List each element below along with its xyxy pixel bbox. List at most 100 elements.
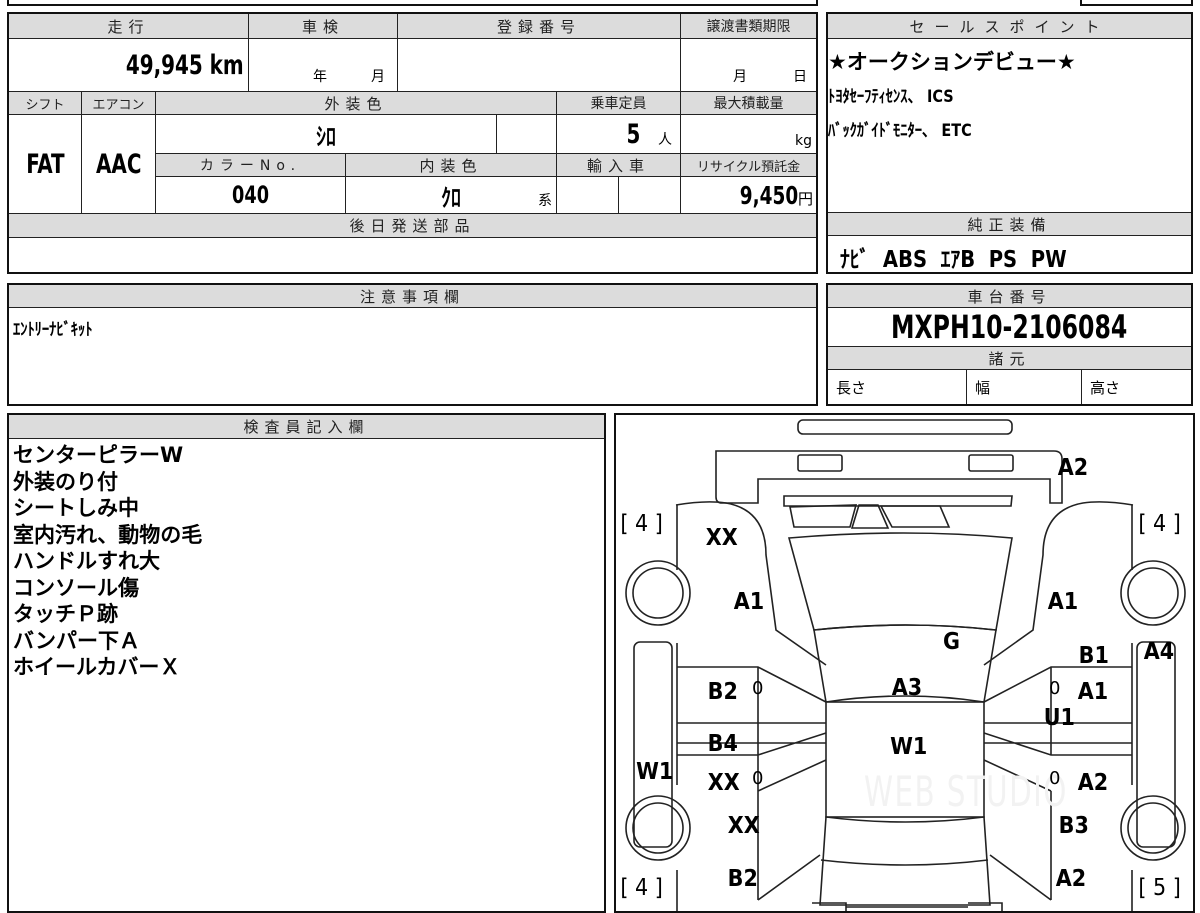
inspector-label: 検査員記入欄 xyxy=(9,415,604,439)
mark-left-front-top: XX xyxy=(705,525,738,551)
transfer-deadline-label: 譲渡書類期限 xyxy=(681,14,816,39)
exterior-color-value: ｼﾛ xyxy=(316,122,336,151)
mark-left-front-door: XX xyxy=(707,770,740,796)
mark-right-front-door: A2 xyxy=(1077,770,1109,796)
inspector-note: シートしみ中 xyxy=(13,496,139,520)
sales-point-line: ★オークションデビュー★ xyxy=(828,50,1076,74)
notes-panel: 注意事項欄 ｴﾝﾄﾘｰﾅﾋﾞｷｯﾄ xyxy=(7,283,818,406)
year-unit: 年 xyxy=(313,69,327,85)
standard-equipment-value: ﾅﾋﾞ ABS ｴｱB PS PW xyxy=(840,247,1067,273)
top-strip-right xyxy=(1080,0,1193,6)
recycle-label: リサイクル預託金 xyxy=(681,154,816,177)
chassis-label: 車台番号 xyxy=(828,285,1191,308)
mark-right-fender: A1 xyxy=(1047,589,1079,615)
ac-value-cell: AAC xyxy=(82,115,156,214)
recycle-cell: 9,450 円 xyxy=(681,177,816,214)
interior-color-cell: ｸﾛ 系 xyxy=(346,177,557,214)
chassis-panel: 車台番号 MXPH10-2106084 諸元 長さ 幅 高さ xyxy=(826,283,1193,406)
color-no-label: カラーNo. xyxy=(156,154,346,177)
sales-point-line: ﾄﾖﾀｾｰﾌﾃｨｾﾝｽ、 ICS xyxy=(828,87,954,107)
interior-color-value: ｸﾛ xyxy=(441,183,461,212)
shift-label: シフト xyxy=(9,92,82,115)
tire-fr-grade: [ 4 ] xyxy=(1138,511,1181,537)
mark-right-pillar: U1 xyxy=(1043,705,1075,731)
mark-left-step: W1 xyxy=(636,759,674,785)
inspection-label: 車検 xyxy=(249,14,398,39)
mark-left-fender: A1 xyxy=(733,589,765,615)
standard-equipment-label: 純正装備 xyxy=(828,212,1191,236)
registration-label: 登録番号 xyxy=(398,14,681,39)
mark-roof: A3 xyxy=(891,675,923,701)
max-load-cell: kg xyxy=(681,115,816,154)
mark-right-rear-door: A1 xyxy=(1077,679,1109,705)
watermark: WEB STUDIO xyxy=(864,767,1068,816)
month-unit: 月 xyxy=(733,69,747,85)
mark-right-front-bumper: A2 xyxy=(1055,866,1087,892)
interior-color-label: 内装色 xyxy=(346,154,557,177)
mileage-value: 49,945 km xyxy=(126,49,244,81)
later-parts-cell xyxy=(9,238,816,272)
ac-value: AAC xyxy=(95,148,142,180)
sales-points-panel: セールスポイント ★オークションデビュー★ ﾄﾖﾀｾｰﾌﾃｨｾﾝｽ、 ICS ﾊ… xyxy=(826,12,1193,274)
mark-glass: G xyxy=(942,629,960,655)
shift-value: FAT xyxy=(25,148,65,180)
exterior-color-label: 外装色 xyxy=(156,92,557,115)
tire-fl-grade: [ 4 ] xyxy=(620,511,663,537)
length-label: 長さ xyxy=(828,370,967,404)
mark-right-step: A4 xyxy=(1143,639,1175,665)
sales-point-line: ﾊﾞｯｸｶﾞｲﾄﾞﾓﾆﾀｰ、 ETC xyxy=(828,121,972,141)
ac-label: エアコン xyxy=(82,92,156,115)
mileage-label: 走行 xyxy=(9,14,249,39)
inspector-note: 室内汚れ、動物の毛 xyxy=(13,522,203,547)
inspector-note: ハンドルすれ大 xyxy=(13,549,160,573)
capacity-value: 5 xyxy=(626,118,641,150)
exterior-color-sub-cell xyxy=(497,115,557,154)
inspector-note: ホイールカバーＸ xyxy=(13,655,181,679)
mark-left-front-bumper: B2 xyxy=(727,866,758,892)
chassis-value-cell: MXPH10-2106084 xyxy=(828,308,1191,347)
import-cell-2 xyxy=(619,177,681,214)
door-mark: 0 xyxy=(1049,678,1061,699)
top-strip-left xyxy=(7,0,818,6)
max-load-unit: kg xyxy=(795,133,812,149)
door-mark: 0 xyxy=(752,768,764,789)
inspector-note: センターピラーW xyxy=(13,443,184,467)
damage-diagram: WEB STUDIO A2 [ 4 ] [ 4 ] [ 4 ] [ 5 ] XX… xyxy=(614,413,1195,913)
registration-cell xyxy=(398,39,681,92)
mark-roof-w1: W1 xyxy=(890,734,928,760)
mark-left-front-fender: XX xyxy=(727,813,760,839)
inspection-cell: 年 月 xyxy=(249,39,398,92)
mark-rear-bumper: A2 xyxy=(1057,455,1089,481)
color-no-value: 040 xyxy=(232,181,269,209)
shift-value-cell: FAT xyxy=(9,115,82,214)
door-mark: 0 xyxy=(752,678,764,699)
notes-value: ｴﾝﾄﾘｰﾅﾋﾞｷｯﾄ xyxy=(13,320,93,340)
month-unit: 月 xyxy=(371,69,385,85)
sales-points-label: セールスポイント xyxy=(828,14,1191,39)
transfer-deadline-cell: 月 日 xyxy=(681,39,816,92)
inspector-note: タッチＰ跡 xyxy=(13,602,118,626)
inspector-notes: センターピラーW 外装のり付 シートしみ中 室内汚れ、動物の毛 ハンドルすれ大 … xyxy=(13,442,202,681)
import-label: 輸入車 xyxy=(557,154,681,177)
mileage-cell: 49,945 km xyxy=(9,39,249,92)
inspector-note: コンソール傷 xyxy=(13,575,139,600)
mark-right-front-fender: B3 xyxy=(1058,813,1089,839)
inspector-note: バンパー下Ａ xyxy=(13,628,141,653)
max-load-label: 最大積載量 xyxy=(681,92,816,115)
specs-label: 諸元 xyxy=(828,347,1191,370)
import-cell-1 xyxy=(557,177,619,214)
color-no-cell: 040 xyxy=(156,177,346,214)
vehicle-info-table: 走行 車検 登録番号 譲渡書類期限 49,945 km 年 月 月 日 シフト … xyxy=(7,12,818,274)
notes-label: 注意事項欄 xyxy=(9,285,816,308)
recycle-unit: 円 xyxy=(797,189,813,208)
day-unit: 日 xyxy=(793,69,807,85)
capacity-label: 乗車定員 xyxy=(557,92,681,115)
inspector-note: 外装のり付 xyxy=(13,469,118,494)
tire-rl-grade: [ 4 ] xyxy=(620,875,663,901)
interior-color-suffix: 系 xyxy=(538,193,552,209)
width-label: 幅 xyxy=(967,370,1082,404)
capacity-cell: 5 人 xyxy=(557,115,681,154)
recycle-value: 9,450 xyxy=(739,180,798,210)
mark-left-rear-door: B2 xyxy=(707,679,738,705)
exterior-color-cell: ｼﾛ xyxy=(156,115,497,154)
